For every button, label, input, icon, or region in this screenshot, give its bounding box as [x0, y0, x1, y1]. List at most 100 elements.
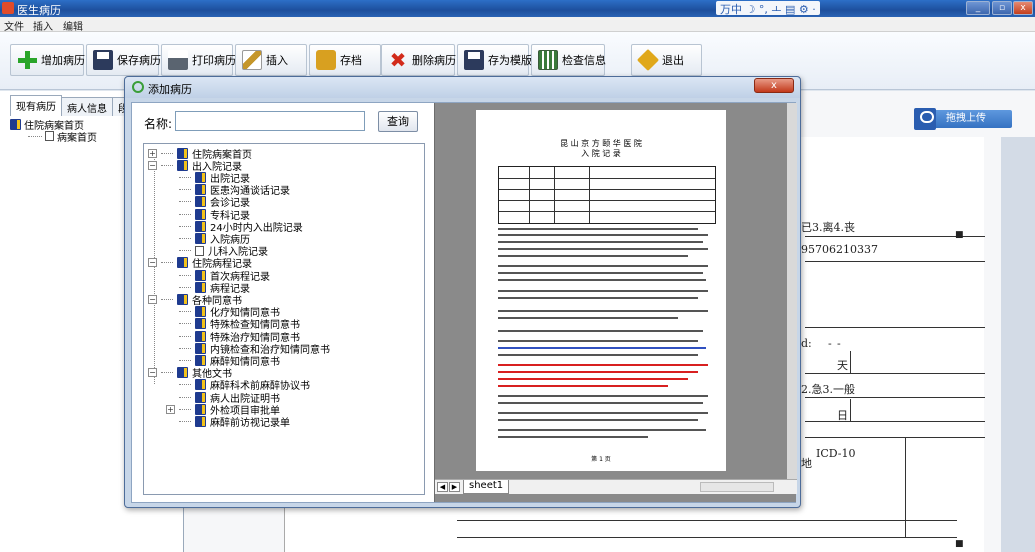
book-icon — [195, 403, 206, 415]
exit-label: 退出 — [662, 54, 684, 67]
pencil-icon — [242, 50, 262, 70]
close-button[interactable]: x — [1013, 1, 1033, 15]
maximize-button[interactable]: ▫ — [992, 1, 1012, 15]
app-icon — [2, 2, 14, 14]
sheet-prev-button[interactable]: ◀ — [437, 482, 448, 492]
square-marker: ■ — [955, 230, 964, 240]
book-icon — [177, 147, 188, 159]
archive-label: 存档 — [340, 54, 362, 67]
menubar: 文件 插入 编辑 — [0, 17, 1035, 33]
name-label: 名称: — [144, 117, 173, 131]
save-template-label: 存为模版 — [488, 54, 532, 67]
preview-doc-title: 入 院 记 录 — [581, 149, 621, 158]
document-icon — [195, 245, 204, 256]
menu-file[interactable]: 文件 — [4, 18, 24, 33]
sheet-tab-bar: ◀ ▶ sheet1 — [435, 479, 797, 494]
exit-icon — [636, 48, 660, 72]
collapse-icon[interactable]: − — [148, 258, 157, 268]
menu-insert[interactable]: 插入 — [33, 18, 53, 33]
preview-horizontal-scrollbar[interactable] — [700, 482, 774, 492]
insert-button[interactable]: 插入 — [235, 44, 307, 76]
book-icon — [195, 232, 206, 244]
book-icon — [195, 184, 206, 196]
book-icon — [177, 257, 188, 269]
book-icon — [195, 171, 206, 183]
book-icon — [195, 306, 206, 318]
book-icon — [177, 293, 188, 305]
collapse-icon[interactable]: − — [148, 368, 157, 378]
print-record-label: 打印病历 — [192, 54, 236, 67]
document-icon — [45, 131, 54, 141]
book-icon — [177, 159, 188, 171]
book-icon — [195, 318, 206, 330]
print-record-button[interactable]: 打印病历 — [161, 44, 236, 76]
book-icon — [195, 391, 206, 403]
add-record-label: 增加病历 — [41, 54, 85, 67]
tree-node[interactable]: 麻醉前访视记录单 — [166, 415, 290, 429]
check-info-label: 检查信息 — [562, 54, 606, 67]
id-number-text: 95706210337 — [801, 243, 878, 256]
tab-existing-records[interactable]: 现有病历 — [10, 95, 62, 116]
plus-icon — [17, 50, 37, 70]
book-icon — [195, 330, 206, 342]
delete-x-icon: ✖ — [389, 48, 407, 72]
preview-page: 昆 山 京 方 颐 华 医 院 入 院 记 录 第 1 页 — [476, 110, 726, 471]
dialog-body: 名称: 查询 + 住院病案首页 − 出入院记录 出院记录 医患沟通谈话记录 会诊记录 专科记录… — [131, 102, 797, 503]
book-icon — [195, 379, 206, 391]
dialog-title: 添加病历 — [148, 83, 192, 96]
exit-button[interactable]: 退出 — [631, 44, 702, 76]
sheet-next-button[interactable]: ▶ — [449, 482, 460, 492]
archive-icon — [316, 50, 336, 70]
dialog-titlebar[interactable]: 添加病历 x — [125, 77, 800, 98]
preview-page-number: 第 1 页 — [591, 456, 611, 463]
insert-label: 插入 — [266, 54, 288, 67]
expand-icon[interactable]: + — [166, 404, 175, 414]
preview-vertical-scrollbar[interactable] — [787, 103, 797, 479]
delete-record-button[interactable]: ✖ 删除病历 — [381, 44, 456, 76]
check-info-icon — [538, 50, 558, 70]
discharge-status-text: 已3.离4.丧 — [801, 221, 855, 234]
archive-button[interactable]: 存档 — [309, 44, 381, 76]
cloud-upload-icon — [914, 108, 936, 130]
window-titlebar: 医生病历 万中 ☽ °, ㅗ ▤ ⚙ · _ ▫ x — [0, 0, 1035, 17]
ime-toolbar[interactable]: 万中 ☽ °, ㅗ ▤ ⚙ · — [716, 1, 820, 16]
save-icon — [93, 50, 113, 70]
template-save-icon — [464, 50, 484, 70]
add-record-button[interactable]: 增加病历 — [10, 44, 85, 76]
book-icon — [195, 208, 206, 220]
collapse-icon[interactable]: − — [148, 294, 157, 304]
icd-text: ICD-10 — [816, 447, 856, 460]
name-search-input[interactable] — [175, 111, 365, 131]
query-button[interactable]: 查询 — [378, 111, 418, 132]
refresh-icon — [132, 81, 144, 93]
expand-icon[interactable]: + — [148, 148, 157, 158]
book-icon — [195, 220, 206, 232]
save-template-button[interactable]: 存为模版 — [457, 44, 532, 76]
printer-icon — [168, 50, 188, 70]
record-preview: 昆 山 京 方 颐 华 医 院 入 院 记 录 第 1 页 ◀ ▶ sheet1 — [434, 103, 797, 502]
window-title: 医生病历 — [17, 4, 61, 17]
save-record-label: 保存病历 — [117, 54, 161, 67]
minimize-button[interactable]: _ — [966, 1, 990, 15]
square-marker: ■ — [955, 539, 964, 549]
drag-upload-button[interactable]: 拖拽上传 — [914, 108, 1012, 130]
drag-upload-label: 拖拽上传 — [946, 113, 986, 124]
address-text: 地 — [801, 457, 812, 470]
book-icon — [177, 367, 188, 379]
collapse-icon[interactable]: − — [148, 160, 157, 170]
right-scroll-area[interactable] — [1001, 137, 1035, 552]
delete-record-label: 删除病历 — [412, 54, 456, 67]
book-icon — [195, 269, 206, 281]
save-record-button[interactable]: 保存病历 — [86, 44, 161, 76]
tree-node-label: 麻醉前访视记录单 — [210, 417, 290, 429]
days-text: 天 — [837, 359, 848, 372]
tab-patient-info[interactable]: 病人信息 — [61, 97, 113, 116]
menu-edit[interactable]: 编辑 — [63, 18, 83, 33]
preview-info-table — [498, 166, 716, 224]
label-text: d: — [801, 337, 812, 350]
dash-text: - — [828, 337, 832, 350]
dialog-close-button[interactable]: x — [754, 78, 794, 93]
sheet-tab[interactable]: sheet1 — [463, 480, 510, 494]
template-tree: + 住院病案首页 − 出入院记录 出院记录 医患沟通谈话记录 会诊记录 专科记录 24小时内入出… — [143, 143, 425, 495]
check-info-button[interactable]: 检查信息 — [531, 44, 606, 76]
